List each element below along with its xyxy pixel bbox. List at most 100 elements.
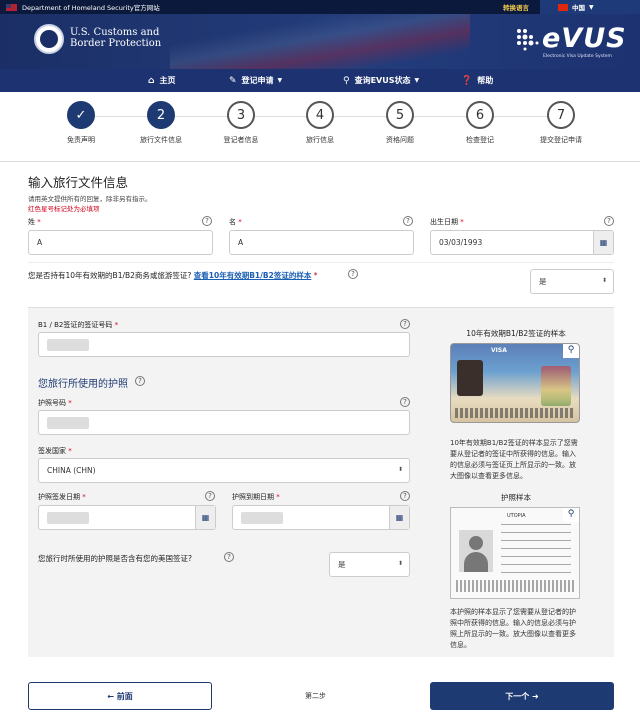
nav-status-label: 查询EVUS状态 — [354, 76, 411, 85]
dob-label-text: 出生日期 — [430, 218, 458, 226]
required-asterisk: * — [82, 493, 86, 501]
issue-date-input[interactable]: ▦ — [38, 505, 216, 530]
language-value: 中国 — [572, 4, 585, 12]
passport-photo-placeholder — [459, 530, 493, 572]
visa-question-text: 您是否持有10年有效期的B1/B2商务或旅游签证? — [28, 271, 192, 280]
passport-text-lines — [501, 524, 571, 574]
evus-subtitle: Electronic Visa Update System — [543, 54, 612, 59]
expiry-date-input[interactable]: ▦ — [232, 505, 410, 530]
evus-wordmark: eVUS — [542, 23, 627, 54]
progress-steps: ✓ 免责声明 2 旅行文件信息 3 登记者信息 4 旅行信息 5 资格问题 6 检查登记 7… — [0, 92, 640, 162]
given-name-input[interactable]: A — [229, 230, 414, 255]
step-3-circle: 3 — [227, 101, 255, 129]
required-asterisk: * — [68, 447, 72, 455]
visa-hologram — [541, 366, 571, 406]
contains-visa-help-icon[interactable]: ? — [224, 552, 234, 562]
nav-apply[interactable]: ✎ 登记申请 ▼ — [229, 69, 282, 92]
previous-button[interactable]: ← 前面 — [28, 682, 212, 710]
surname-help-icon[interactable]: ? — [202, 216, 212, 226]
nav-help[interactable]: ❓ 帮助 — [461, 69, 493, 92]
visa-question: 您是否持有10年有效期的B1/B2商务或旅游签证? 查看10年有效期B1/B2签… — [28, 270, 317, 281]
cbp-name: U.S. Customs and Border Protection — [70, 27, 161, 49]
step-1-circle: ✓ — [67, 101, 95, 129]
step-6-label: 检查登记 — [466, 136, 494, 144]
visa-number-help-icon[interactable]: ? — [400, 319, 410, 329]
visa-sample-link[interactable]: 查看10年有效期B1/B2签证的样本 — [194, 271, 312, 280]
search-icon: ⚲ — [343, 75, 350, 86]
dob-input[interactable]: 03/03/1993 ▦ — [430, 230, 614, 255]
step-7-circle: 7 — [547, 101, 575, 129]
expiry-date-help-icon[interactable]: ? — [400, 491, 410, 501]
required-asterisk: * — [460, 218, 464, 226]
site-header: U.S. Customs and Border Protection eVUS … — [0, 14, 640, 69]
select-arrows-icon: ⬍ — [397, 560, 403, 567]
step-4: 4 旅行信息 — [285, 101, 355, 145]
step-7-label: 提交登记申请 — [540, 136, 582, 144]
calendar-icon[interactable]: ▦ — [195, 506, 215, 529]
visa-answer-select[interactable]: 是 ⬍ — [530, 269, 614, 294]
passport-number-input[interactable] — [38, 410, 410, 435]
step-3-label: 登记者信息 — [223, 136, 259, 144]
step-5-circle: 5 — [386, 101, 414, 129]
step-4-label: 旅行信息 — [306, 136, 334, 144]
zoom-icon[interactable]: ⚲ — [563, 508, 579, 522]
step-indicator: 第二步 — [305, 692, 326, 700]
redacted-value — [241, 511, 283, 524]
contains-visa-select[interactable]: 是 ⬍ — [329, 552, 410, 577]
visa-number-label: B1 / B2签证的签证号码 * — [38, 320, 118, 330]
issuing-country-select[interactable]: CHINA (CHN) ⬍ — [38, 458, 410, 483]
dob-help-icon[interactable]: ? — [604, 216, 614, 226]
visa-sample-title: 10年有效期B1/B2签证的样本 — [466, 329, 566, 338]
step-6: 6 检查登记 — [445, 101, 515, 145]
required-asterisk: * — [276, 493, 280, 501]
step-3: 3 登记者信息 — [206, 101, 276, 145]
contains-visa-question: 您旅行时所使用的护照是否含有您的美国签证? — [38, 553, 192, 564]
divider — [28, 262, 614, 263]
page-title: 输入旅行文件信息 — [28, 175, 129, 190]
select-arrows-icon: ⬍ — [601, 277, 607, 284]
surname-input[interactable]: A — [28, 230, 213, 255]
passport-section-help-icon[interactable]: ? — [135, 376, 145, 386]
nav-home-label: 主页 — [159, 76, 176, 85]
next-button[interactable]: 下一个 ➜ — [430, 682, 614, 710]
step-1[interactable]: ✓ 免责声明 — [46, 101, 116, 145]
china-flag-icon — [558, 3, 568, 11]
visa-question-help-icon[interactable]: ? — [348, 269, 358, 279]
visa-mrz — [455, 408, 575, 418]
step-1-label: 免责声明 — [67, 136, 95, 144]
calendar-icon[interactable]: ▦ — [593, 231, 613, 254]
evus-logo[interactable]: eVUS — [514, 23, 627, 54]
contains-visa-value: 是 — [338, 560, 346, 569]
step-2[interactable]: 2 旅行文件信息 — [126, 101, 196, 145]
caret-down-icon: ▼ — [414, 77, 420, 84]
nav-status[interactable]: ⚲ 查询EVUS状态 ▼ — [343, 69, 419, 92]
passport-section-title: 您旅行所使用的护照 — [38, 375, 128, 390]
issuing-country-label-text: 签发国家 — [38, 447, 66, 455]
step-7: 7 提交登记申请 — [526, 101, 596, 145]
passport-sample-image[interactable]: UTOPIA ⚲ — [450, 507, 580, 599]
gov-bar: Department of Homeland Security官方网站 转换语言… — [0, 0, 640, 14]
language-selector[interactable]: 中国 ▼ — [540, 0, 640, 14]
caret-down-icon: ▼ — [277, 77, 283, 84]
issue-date-help-icon[interactable]: ? — [205, 491, 215, 501]
passport-sample-title: 护照样本 — [501, 493, 531, 502]
evus-dots-icon — [517, 29, 539, 51]
visa-caption: VISA — [491, 347, 507, 354]
visa-number-input[interactable] — [38, 332, 410, 357]
zoom-icon[interactable]: ⚲ — [563, 344, 579, 358]
nav-help-label: 帮助 — [477, 76, 494, 85]
expiry-date-label: 护照到期日期 * — [232, 492, 280, 502]
required-note: 红色星号标记处为必填项 — [28, 205, 100, 213]
visa-sample-image[interactable]: VISA ⚲ — [450, 343, 580, 423]
english-note: 请用英文提供所有的回复，除非另有指示。 — [28, 195, 152, 203]
given-name-help-icon[interactable]: ? — [403, 216, 413, 226]
switch-language-label: 转换语言 — [503, 4, 529, 12]
surname-label-text: 姓 — [28, 218, 35, 226]
issuing-country-value: CHINA (CHN) — [47, 466, 96, 475]
calendar-icon[interactable]: ▦ — [389, 506, 409, 529]
visa-number-label-text: B1 / B2签证的签证号码 — [38, 321, 113, 329]
redacted-value — [47, 338, 89, 351]
passport-number-help-icon[interactable]: ? — [400, 397, 410, 407]
nav-home[interactable]: ⌂ 主页 — [148, 69, 175, 92]
main-nav: ⌂ 主页 ✎ 登记申请 ▼ ⚲ 查询EVUS状态 ▼ ❓ 帮助 — [0, 69, 640, 92]
